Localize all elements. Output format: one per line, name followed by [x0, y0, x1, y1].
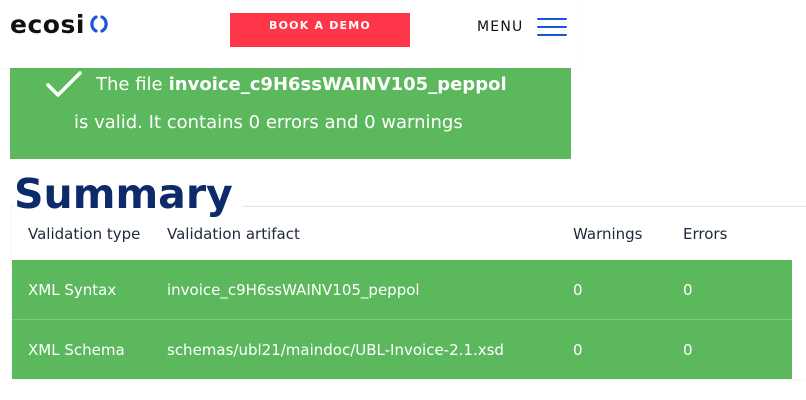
cell-errors: 0	[683, 280, 693, 299]
banner-first-line: The file invoice_c9H6ssWAINV105_peppol	[46, 70, 507, 98]
cell-validation-type: XML Syntax	[28, 280, 117, 299]
summary-table-container: Validation type Validation artifact Warn…	[12, 206, 806, 379]
summary-table: Validation type Validation artifact Warn…	[12, 207, 792, 379]
cell-validation-artifact: invoice_c9H6ssWAINV105_peppol	[167, 280, 420, 299]
cell-warnings: 0	[573, 319, 683, 379]
cell-errors: 0	[683, 319, 792, 379]
menu-label: MENU	[477, 19, 524, 35]
table-row: XML Schema schemas/ubl21/maindoc/UBL-Inv…	[12, 319, 792, 379]
site-header: ecosi BOOK A DEMO MENU	[0, 0, 576, 68]
ecosio-logo[interactable]: ecosi	[10, 6, 111, 42]
cell-validation-type: XML Schema	[12, 319, 167, 379]
banner-filename: invoice_c9H6ssWAINV105_peppol	[168, 73, 507, 95]
column-header-warnings: Warnings	[573, 224, 643, 243]
banner-prefix: The file	[96, 73, 163, 95]
logo-mark-icon	[87, 12, 111, 36]
check-icon	[46, 70, 82, 98]
column-header-errors: Errors	[683, 224, 728, 243]
banner-message: is valid. It contains 0 errors and 0 war…	[74, 112, 463, 133]
cell-validation-artifact: schemas/ubl21/maindoc/UBL-Invoice-2.1.xs…	[167, 319, 573, 379]
menu-toggle[interactable]: MENU	[477, 13, 568, 41]
validation-result-banner: The file invoice_c9H6ssWAINV105_peppol i…	[10, 68, 571, 159]
summary-title: Summary	[14, 168, 243, 220]
hamburger-icon	[537, 18, 568, 36]
logo-text: ecosi	[10, 9, 85, 39]
book-demo-button[interactable]: BOOK A DEMO	[230, 13, 410, 47]
cell-warnings: 0	[573, 280, 583, 299]
table-row: XML Syntax invoice_c9H6ssWAINV105_peppol…	[12, 260, 792, 320]
